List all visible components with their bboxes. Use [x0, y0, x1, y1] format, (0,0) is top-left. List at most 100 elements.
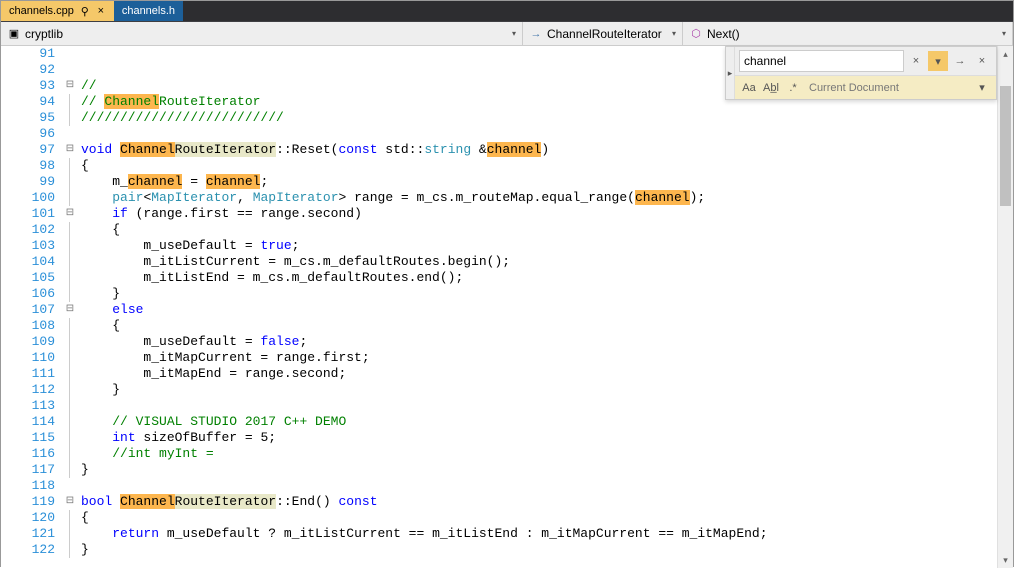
- code-line[interactable]: {: [81, 318, 997, 334]
- code-line[interactable]: }: [81, 382, 997, 398]
- match-case-toggle[interactable]: Aa: [739, 78, 759, 98]
- fold-guide: [69, 254, 79, 270]
- find-scope-label: Current Document: [805, 82, 970, 94]
- tab-channels-h[interactable]: channels.h: [114, 1, 183, 21]
- line-number: 117: [17, 462, 55, 478]
- line-number: 96: [17, 126, 55, 142]
- line-number: 122: [17, 542, 55, 558]
- fold-guide: [69, 110, 79, 126]
- fold-guide: [69, 94, 79, 110]
- code-line[interactable]: m_useDefault = true;: [81, 238, 997, 254]
- navigation-bar: ▣ cryptlib ▾ → ChannelRouteIterator ▾ ⬡ …: [1, 22, 1013, 46]
- code-line[interactable]: m_itMapEnd = range.second;: [81, 366, 997, 382]
- line-number: 91: [17, 46, 55, 62]
- line-number: 103: [17, 238, 55, 254]
- code-line[interactable]: int sizeOfBuffer = 5;: [81, 430, 997, 446]
- chevron-down-icon: ▾: [512, 29, 516, 38]
- find-next-icon[interactable]: →: [950, 51, 970, 71]
- code-line[interactable]: [81, 398, 997, 414]
- code-area[interactable]: //// ChannelRouteIterator///////////////…: [79, 46, 997, 568]
- line-number: 111: [17, 366, 55, 382]
- code-line[interactable]: }: [81, 286, 997, 302]
- find-scope-dropdown[interactable]: ▾: [972, 78, 992, 98]
- line-number: 115: [17, 430, 55, 446]
- tab-channels-cpp[interactable]: channels.cpp ⚲ ×: [1, 1, 114, 21]
- code-line[interactable]: void ChannelRouteIterator::Reset(const s…: [81, 142, 997, 158]
- code-line[interactable]: // VISUAL STUDIO 2017 C++ DEMO: [81, 414, 997, 430]
- fold-guide: [69, 190, 79, 206]
- chevron-down-icon: ▾: [672, 29, 676, 38]
- code-line[interactable]: bool ChannelRouteIterator::End() const: [81, 494, 997, 510]
- code-line[interactable]: [81, 478, 997, 494]
- line-number: 114: [17, 414, 55, 430]
- pin-icon[interactable]: ⚲: [80, 5, 90, 18]
- fold-empty: [61, 478, 79, 494]
- code-line[interactable]: //int myInt =: [81, 446, 997, 462]
- line-number: 101: [17, 206, 55, 222]
- code-line[interactable]: {: [81, 158, 997, 174]
- scroll-up-icon[interactable]: ▴: [998, 46, 1013, 62]
- fold-guide: [69, 174, 79, 190]
- line-number: 107: [17, 302, 55, 318]
- outlining-margin: ⊟ ⊟ ⊟ ⊟ ⊟: [61, 46, 79, 568]
- fold-toggle-icon[interactable]: ⊟: [61, 78, 79, 94]
- vertical-scrollbar[interactable]: ▴ ▾: [997, 46, 1013, 568]
- line-number: 100: [17, 190, 55, 206]
- class-dropdown[interactable]: → ChannelRouteIterator ▾: [523, 22, 683, 45]
- code-line[interactable]: }: [81, 542, 997, 558]
- member-label: Next(): [707, 27, 740, 41]
- code-line[interactable]: m_itListEnd = m_cs.m_defaultRoutes.end()…: [81, 270, 997, 286]
- find-history-dropdown[interactable]: ▾: [928, 51, 948, 71]
- fold-toggle-icon[interactable]: ⊟: [61, 302, 79, 318]
- tab-label: channels.h: [122, 5, 175, 17]
- fold-guide: [69, 526, 79, 542]
- tab-label: channels.cpp: [9, 5, 74, 17]
- fold-guide: [69, 158, 79, 174]
- scroll-down-icon[interactable]: ▾: [998, 552, 1013, 568]
- code-line[interactable]: m_itMapCurrent = range.first;: [81, 350, 997, 366]
- code-line[interactable]: m_useDefault = false;: [81, 334, 997, 350]
- close-find-icon[interactable]: ×: [972, 51, 992, 71]
- fold-guide: [69, 238, 79, 254]
- code-line[interactable]: m_channel = channel;: [81, 174, 997, 190]
- code-line[interactable]: m_itListCurrent = m_cs.m_defaultRoutes.b…: [81, 254, 997, 270]
- code-line[interactable]: {: [81, 222, 997, 238]
- tab-strip: channels.cpp ⚲ × channels.h: [1, 1, 1013, 22]
- code-line[interactable]: [81, 126, 997, 142]
- whole-word-toggle[interactable]: Ab̲l: [761, 78, 781, 98]
- code-line[interactable]: else: [81, 302, 997, 318]
- fold-guide: [69, 398, 79, 414]
- scope-dropdown[interactable]: ▣ cryptlib ▾: [1, 22, 523, 45]
- line-number: 120: [17, 510, 55, 526]
- line-number: 93: [17, 78, 55, 94]
- fold-guide: [69, 350, 79, 366]
- line-number: 92: [17, 62, 55, 78]
- chevron-down-icon: ▾: [1002, 29, 1006, 38]
- code-line[interactable]: if (range.first == range.second): [81, 206, 997, 222]
- expand-replace-toggle[interactable]: ▸: [726, 47, 735, 99]
- code-line[interactable]: }: [81, 462, 997, 478]
- find-input[interactable]: [739, 50, 904, 72]
- code-line[interactable]: {: [81, 510, 997, 526]
- fold-guide: [69, 382, 79, 398]
- line-number: 94: [17, 94, 55, 110]
- regex-toggle[interactable]: .*: [783, 78, 803, 98]
- indicator-margin: [1, 46, 17, 568]
- member-dropdown[interactable]: ⬡ Next() ▾: [683, 22, 1013, 45]
- fold-guide: [69, 222, 79, 238]
- fold-toggle-icon[interactable]: ⊟: [61, 206, 79, 222]
- fold-empty: [61, 62, 79, 78]
- line-number: 109: [17, 334, 55, 350]
- code-line[interactable]: pair<MapIterator, MapIterator> range = m…: [81, 190, 997, 206]
- code-line[interactable]: return m_useDefault ? m_itListCurrent ==…: [81, 526, 997, 542]
- scroll-thumb[interactable]: [1000, 86, 1011, 206]
- close-icon[interactable]: ×: [96, 5, 106, 17]
- class-label: ChannelRouteIterator: [547, 27, 662, 41]
- project-icon: ▣: [7, 27, 21, 41]
- line-number: 112: [17, 382, 55, 398]
- clear-find-icon[interactable]: ×: [906, 51, 926, 71]
- fold-toggle-icon[interactable]: ⊟: [61, 494, 79, 510]
- code-line[interactable]: //////////////////////////: [81, 110, 997, 126]
- fold-guide: [69, 462, 79, 478]
- fold-toggle-icon[interactable]: ⊟: [61, 142, 79, 158]
